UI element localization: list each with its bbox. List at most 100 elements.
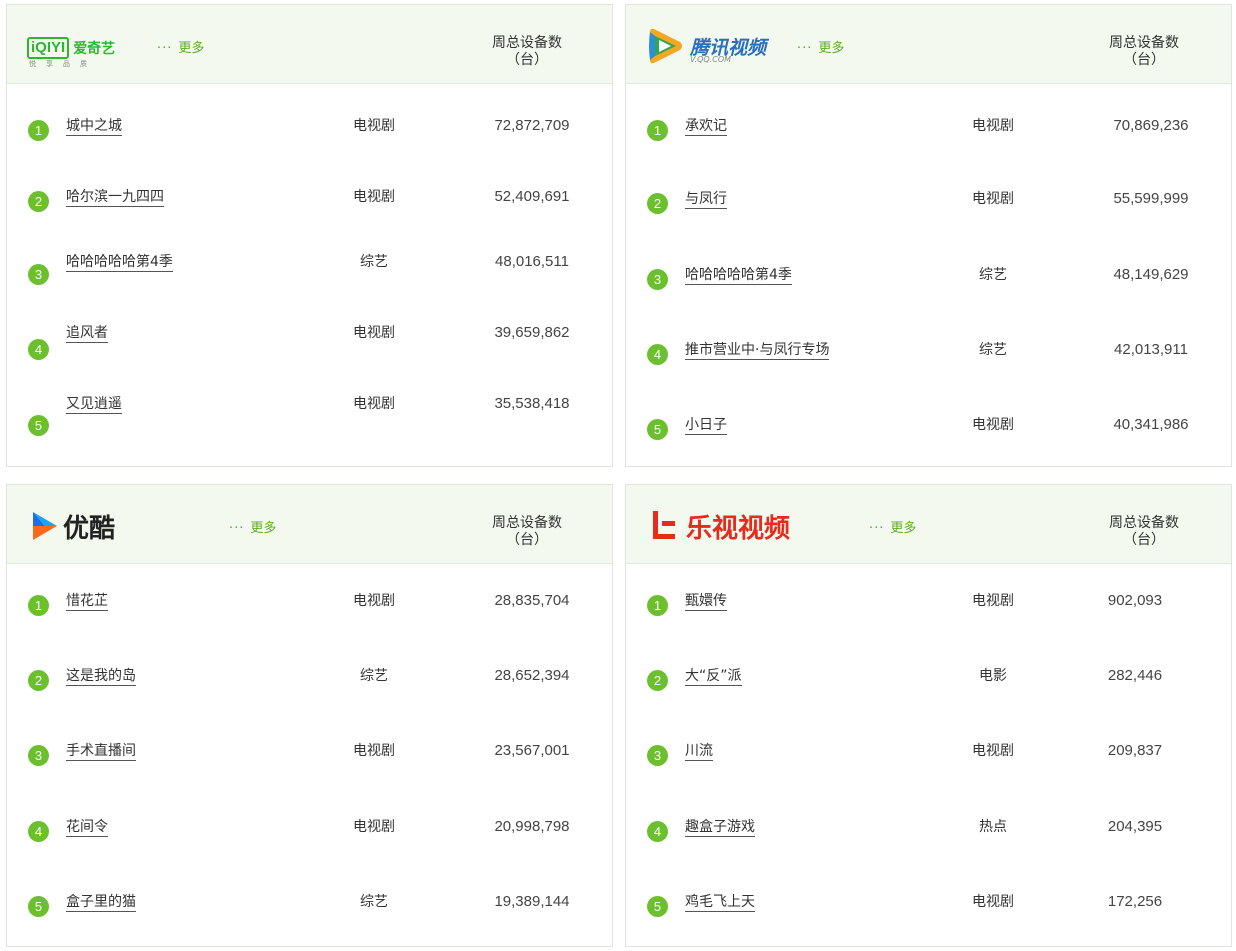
youku-play-icon [33, 512, 57, 540]
device-count: 172,256 [1107, 893, 1163, 910]
table-row: 3 哈哈哈哈哈第4季 综艺 48,149,629 [626, 264, 1231, 294]
rank-badge: 5 [647, 896, 668, 917]
youku-logo[interactable]: 优酷 [31, 503, 115, 549]
title-link[interactable]: 趣盒子游戏 [685, 818, 755, 837]
category: 电视剧 [353, 325, 395, 341]
letv-logo-text: 乐视视频 [686, 513, 791, 544]
rank-badge: 3 [647, 745, 668, 766]
tencent-panel: 腾讯视频 V.QQ.COM ··· 更多 周总设备数 （台） 1 承欢记 电视剧 … [625, 4, 1232, 467]
category: 电视剧 [972, 593, 1014, 609]
device-count: 23,567,001 [494, 742, 570, 759]
title-link[interactable]: 这是我的岛 [66, 667, 136, 686]
device-count-header-line2: （台） [1123, 532, 1165, 548]
device-count-header-line2: （台） [506, 532, 548, 548]
category: 电视剧 [353, 396, 395, 412]
more-link[interactable]: ··· 更多 [229, 517, 276, 536]
title-link[interactable]: 大“反”派 [685, 667, 742, 686]
device-count-header-line1: 周总设备数 [1109, 35, 1179, 51]
table-row: 4 趣盒子游戏 热点 204,395 [626, 818, 1231, 848]
device-count: 282,446 [1107, 667, 1163, 684]
tencent-logo-domain: V.QQ.COM [690, 55, 732, 64]
rank-badge: 2 [647, 670, 668, 691]
category: 综艺 [360, 668, 388, 684]
youku-logo-text: 优酷 [63, 513, 116, 544]
device-count: 72,872,709 [494, 117, 570, 134]
category: 电视剧 [353, 743, 395, 759]
tencent-play-icon [649, 28, 682, 64]
title-link[interactable]: 哈哈哈哈哈第4季 [685, 266, 792, 285]
letv-logo[interactable]: 乐视视频 [650, 503, 790, 549]
iqiyi-logo-text: 爱奇艺 [73, 41, 116, 57]
table-row: 3 川流 电视剧 209,837 [626, 742, 1231, 772]
panel-header: 乐视视频 ··· 更多 周总设备数 （台） [626, 485, 1231, 564]
table-row: 1 城中之城 电视剧 72,872,709 [7, 111, 612, 141]
category: 电视剧 [972, 417, 1014, 433]
title-link[interactable]: 手术直播间 [66, 742, 136, 761]
category: 电视剧 [353, 118, 395, 134]
more-label: 更多 [890, 521, 917, 536]
title-link[interactable]: 小日子 [685, 416, 727, 435]
table-row: 2 大“反”派 电影 282,446 [626, 667, 1231, 697]
device-count: 70,869,236 [1113, 117, 1189, 134]
table-row: 4 推市营业中·与凤行专场 综艺 42,013,911 [626, 340, 1231, 370]
more-link[interactable]: ··· 更多 [869, 517, 916, 536]
device-count: 209,837 [1107, 742, 1163, 759]
rank-badge: 2 [28, 670, 49, 691]
category: 电视剧 [353, 593, 395, 609]
rank-badge: 4 [28, 821, 49, 842]
table-row: 3 哈哈哈哈哈第4季 综艺 48,016,511 [7, 253, 612, 285]
table-row: 5 小日子 电视剧 40,341,986 [626, 415, 1231, 445]
title-link[interactable]: 惜花芷 [66, 592, 108, 611]
table-row: 1 甄嬛传 电视剧 902,093 [626, 592, 1231, 622]
device-count-header-line1: 周总设备数 [492, 515, 562, 531]
device-count-header-line1: 周总设备数 [1109, 515, 1179, 531]
more-dots-icon: ··· [229, 521, 245, 536]
tencent-logo[interactable]: 腾讯视频 V.QQ.COM [646, 23, 766, 69]
title-link[interactable]: 川流 [685, 742, 713, 761]
device-count: 48,149,629 [1113, 266, 1189, 283]
more-label: 更多 [818, 41, 845, 56]
device-count: 204,395 [1107, 818, 1163, 835]
table-row: 4 花间令 电视剧 20,998,798 [7, 818, 612, 848]
device-count-header-line1: 周总设备数 [492, 35, 562, 51]
table-row: 5 鸡毛飞上天 电视剧 172,256 [626, 893, 1231, 923]
rank-badge: 3 [28, 264, 49, 285]
title-link[interactable]: 甄嬛传 [685, 592, 727, 611]
category: 电视剧 [972, 191, 1014, 207]
title-link[interactable]: 花间令 [66, 818, 108, 837]
more-link[interactable]: ··· 更多 [797, 37, 844, 56]
device-count-header: 周总设备数 （台） [472, 35, 582, 69]
device-count-header: 周总设备数 （台） [472, 515, 582, 549]
title-link[interactable]: 鸡毛飞上天 [685, 893, 755, 912]
title-link[interactable]: 又见逍遥 [66, 395, 122, 414]
iqiyi-panel: iQIYI 爱奇艺 悦享品质 ··· 更多 周总设备数 （台） 1 城中之城 电视… [6, 4, 613, 467]
table-row: 1 承欢记 电视剧 70,869,236 [626, 113, 1231, 143]
more-dots-icon: ··· [869, 521, 885, 536]
iqiyi-logo[interactable]: iQIYI 爱奇艺 悦享品质 [27, 25, 115, 71]
title-link[interactable]: 承欢记 [685, 117, 727, 136]
device-count-header-line2: （台） [506, 52, 548, 68]
title-link[interactable]: 追风者 [66, 324, 108, 343]
more-link[interactable]: ··· 更多 [157, 37, 204, 56]
table-row: 5 盒子里的猫 综艺 19,389,144 [7, 893, 612, 923]
rank-badge: 1 [647, 120, 668, 141]
table-row: 5 又见逍遥 电视剧 35,538,418 [7, 395, 612, 436]
table-row: 2 与凤行 电视剧 55,599,999 [626, 189, 1231, 219]
more-dots-icon: ··· [157, 41, 173, 56]
iqiyi-logo-mark: iQIYI [27, 37, 70, 59]
more-label: 更多 [250, 521, 277, 536]
title-link[interactable]: 哈哈哈哈哈第4季 [66, 253, 173, 272]
more-label: 更多 [178, 41, 205, 56]
title-link[interactable]: 推市营业中·与凤行专场 [685, 341, 830, 360]
title-link[interactable]: 哈尔滨一九四四 [66, 188, 164, 207]
rank-badge: 5 [28, 415, 49, 436]
title-link[interactable]: 与凤行 [685, 190, 727, 209]
device-count: 19,389,144 [494, 893, 570, 910]
panel-header: 优酷 ··· 更多 周总设备数 （台） [7, 485, 612, 564]
title-link[interactable]: 盒子里的猫 [66, 893, 136, 912]
table-row: 4 追风者 电视剧 39,659,862 [7, 324, 612, 360]
device-count: 48,016,511 [495, 253, 569, 270]
title-link[interactable]: 城中之城 [66, 117, 122, 136]
device-count: 52,409,691 [494, 188, 570, 205]
device-count-header-line2: （台） [1123, 52, 1165, 68]
